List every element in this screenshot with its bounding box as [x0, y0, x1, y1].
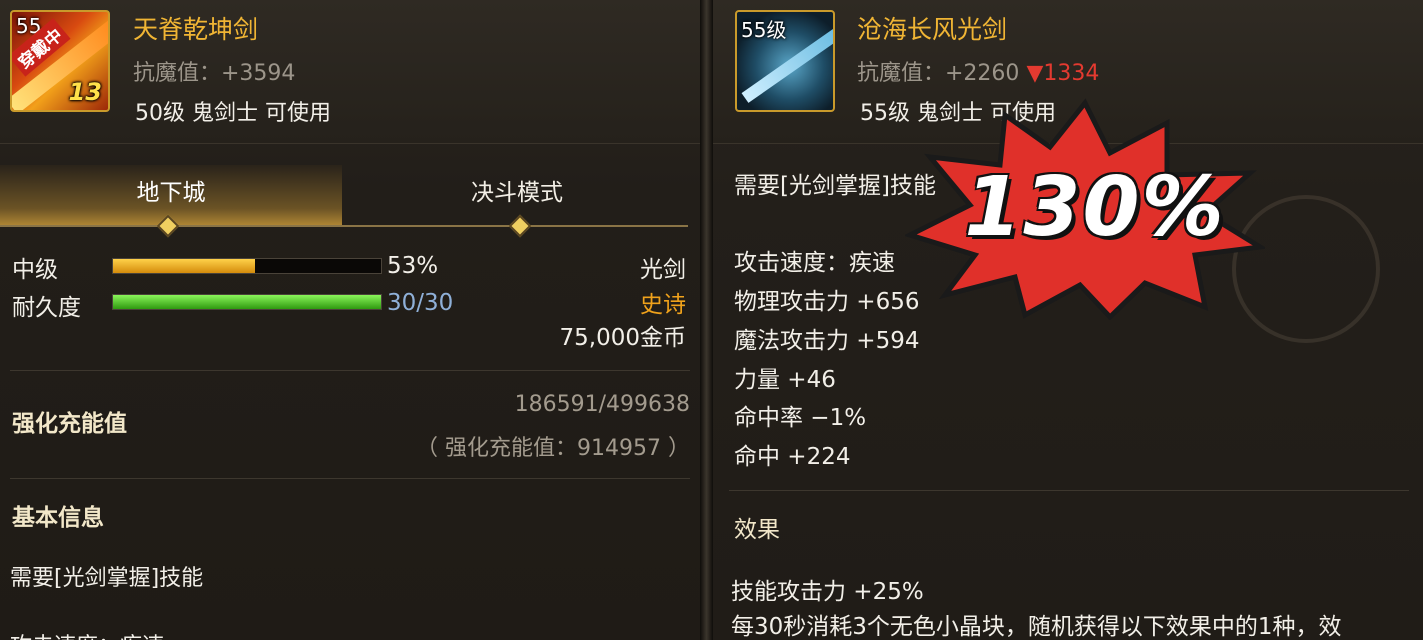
attr-physical-attack: 物理攻击力 +656 [734, 289, 920, 315]
attr-attack-speed: 攻击速度：疾速 [734, 250, 895, 276]
tab-underline [0, 225, 688, 227]
attr-magic-attack: 魔法攻击力 +594 [734, 328, 920, 354]
basic-info-title: 基本信息 [12, 505, 104, 531]
magic-resist: 抗魔值：+2260 ▼1334 [857, 55, 1099, 87]
weapon-type: 光剑 [640, 257, 686, 283]
item-name: 沧海长风光剑 [857, 15, 1008, 44]
item-header: 55 穿戴中 13 天脊乾坤剑 抗魔值：+3594 50级 鬼剑士 可使用 [0, 0, 700, 144]
rarity: 史诗 [640, 292, 686, 318]
mode-tabs: 地下城 决斗模式 [0, 165, 688, 227]
requirement: 50级 鬼剑士 可使用 [135, 101, 331, 126]
effects-title: 效果 [734, 517, 780, 543]
magic-resist-value: 抗魔值：+2260 [857, 61, 1020, 86]
attr-hit: 命中 +224 [734, 444, 851, 470]
skill-requirement: 需要[光剑掌握]技能 [10, 566, 204, 591]
enhance-level-badge: 13 [68, 78, 102, 106]
grade-bar-fill [113, 259, 256, 273]
grade-label: 中级 [12, 257, 58, 283]
divider-line [729, 490, 1409, 491]
grade-percent: 53% [387, 253, 439, 279]
enhance-energy-progress: 186591/499638 [514, 392, 690, 417]
durability-bar-fill [113, 295, 381, 309]
magic-resist: 抗魔值：+3594 [133, 61, 296, 86]
effect-line: 每30秒消耗3个无色小晶块，随机获得以下效果中的1种，效 [731, 614, 1342, 640]
durability-value: 30/30 [387, 290, 454, 316]
price: 75,000金币 [559, 325, 686, 351]
magic-resist-diff: ▼1334 [1026, 61, 1100, 86]
effect-line: 技能攻击力 +25% [731, 579, 924, 605]
attr-hit-rate: 命中率 −1% [734, 405, 867, 431]
enhance-energy-title: 强化充能值 [12, 411, 127, 437]
divider-line [10, 370, 690, 371]
attr-strength: 力量 +46 [734, 367, 836, 393]
divider-line [10, 478, 690, 479]
item-name: 天脊乾坤剑 [133, 15, 259, 44]
attack-speed-cut: 攻击速度：疾速 [10, 628, 164, 640]
icon-level: 55级 [741, 18, 787, 42]
percent-burst-text: 130% [964, 160, 1226, 255]
durability-bar [112, 294, 382, 310]
item-icon-sword[interactable]: 55 穿戴中 13 [10, 10, 110, 112]
left-item-tooltip: 55 穿戴中 13 天脊乾坤剑 抗魔值：+3594 50级 鬼剑士 可使用 地下… [0, 0, 700, 640]
grade-bar [112, 258, 382, 274]
item-icon-sword[interactable]: 55级 [735, 10, 835, 112]
enhance-energy-total: （ 强化充能值：914957 ） [416, 436, 690, 461]
panel-divider [700, 0, 713, 640]
durability-label: 耐久度 [12, 295, 81, 321]
